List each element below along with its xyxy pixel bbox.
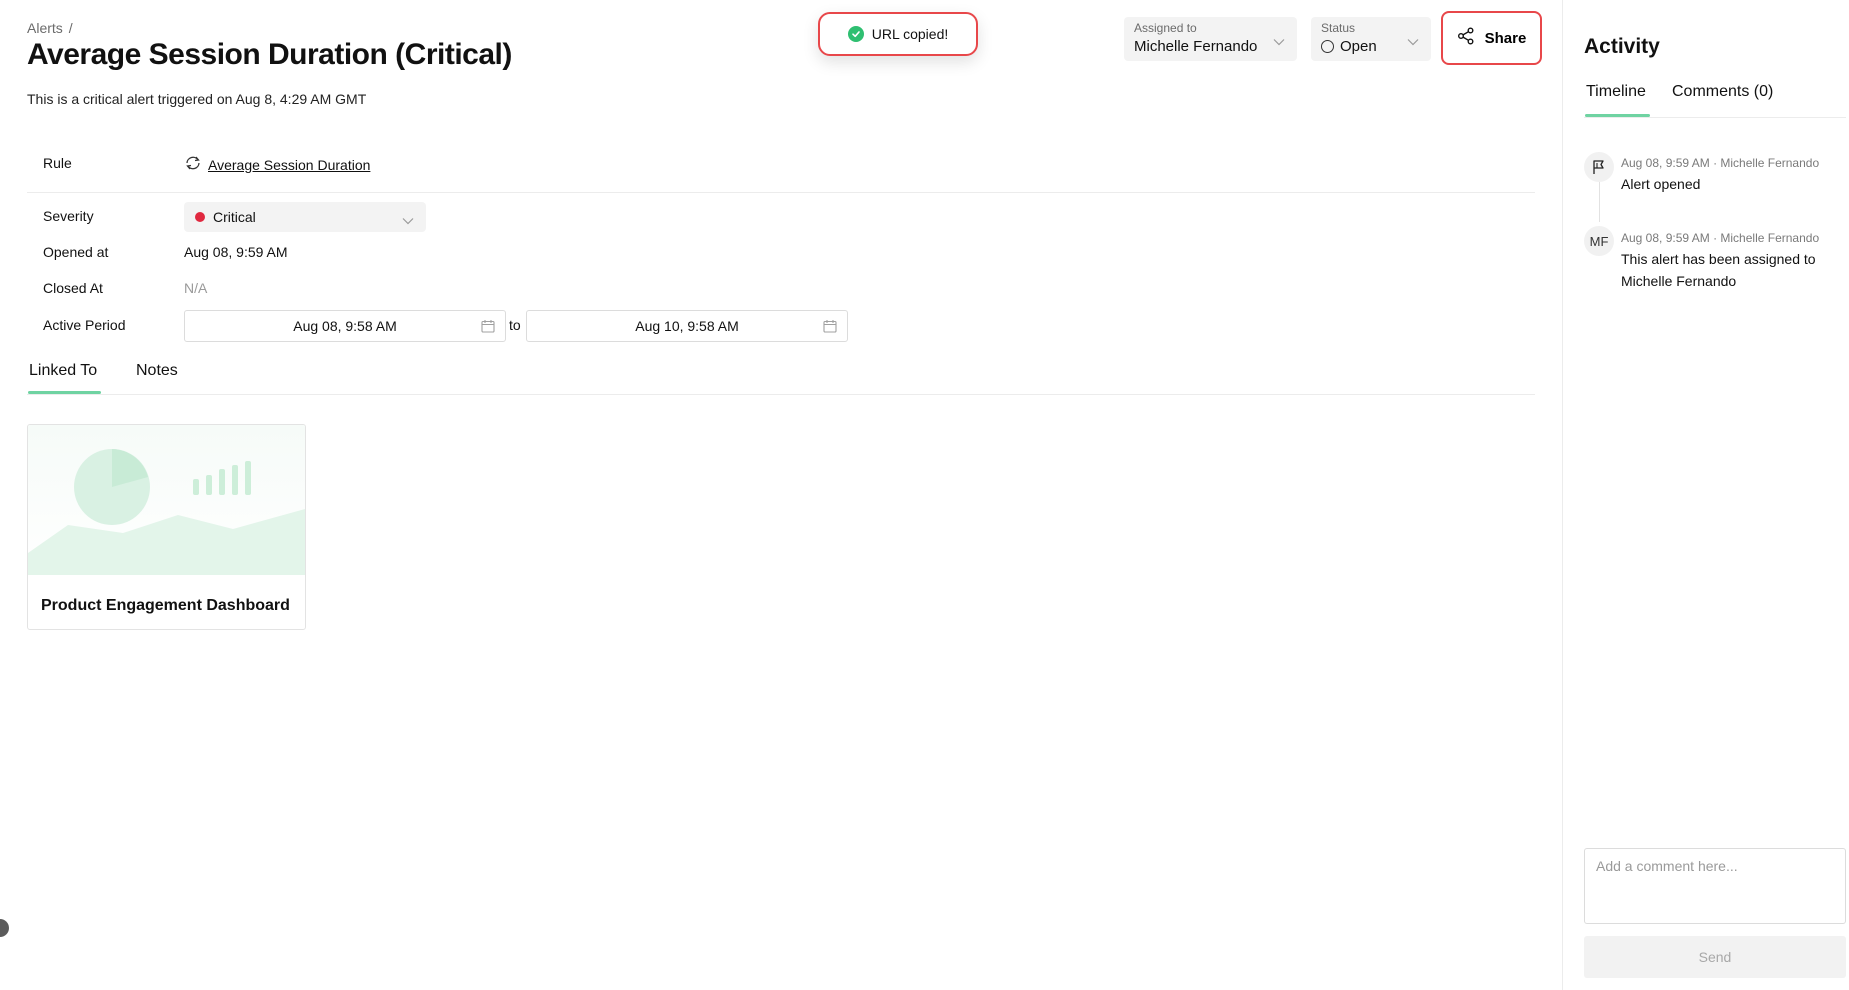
- comment-input[interactable]: [1584, 848, 1846, 924]
- event-text: This alert has been assigned to Michelle…: [1621, 251, 1816, 289]
- period-separator: to: [509, 317, 521, 333]
- event-meta: Aug 08, 9:59 AM · Michelle Fernando: [1621, 231, 1820, 245]
- opened-at-value: Aug 08, 9:59 AM: [184, 244, 288, 260]
- period-start-value: Aug 08, 9:58 AM: [293, 318, 397, 334]
- assigned-to-label: Assigned to: [1134, 21, 1197, 35]
- user-avatar: MF: [1584, 226, 1614, 256]
- rule-link[interactable]: Average Session Duration: [184, 155, 370, 174]
- status-label: Status: [1321, 21, 1356, 35]
- chevron-down-icon: [402, 212, 414, 228]
- share-label: Share: [1484, 29, 1527, 47]
- chevron-down-icon: [1273, 33, 1285, 51]
- tab-active-indicator: [28, 391, 101, 394]
- calendar-icon: [481, 319, 495, 336]
- alert-subtitle: This is a critical alert triggered on Au…: [27, 91, 367, 107]
- active-period-start-input[interactable]: Aug 08, 9:58 AM: [184, 310, 506, 342]
- rule-divider: [27, 192, 1535, 193]
- rule-label: Rule: [43, 155, 72, 171]
- timeline-connector: [1599, 182, 1600, 222]
- activity-panel: Activity Timeline Comments (0) Aug 08, 9…: [1562, 0, 1849, 990]
- rule-icon: [184, 155, 202, 174]
- period-end-value: Aug 10, 9:58 AM: [635, 318, 739, 334]
- activity-tabs-divider: [1584, 117, 1846, 118]
- severity-dot-icon: [195, 212, 205, 222]
- linked-dashboard-card[interactable]: Product Engagement Dashboard: [27, 424, 306, 630]
- activity-title: Activity: [1584, 35, 1660, 58]
- help-icon[interactable]: [0, 919, 9, 937]
- closed-at-value: N/A: [184, 280, 208, 296]
- active-period-end-input[interactable]: Aug 10, 9:58 AM: [526, 310, 848, 342]
- check-circle-icon: [847, 26, 864, 42]
- share-button[interactable]: Share: [1441, 11, 1542, 65]
- calendar-icon: [823, 319, 837, 336]
- closed-at-label: Closed At: [43, 280, 103, 296]
- tab-linked-to[interactable]: Linked To: [29, 362, 97, 380]
- page-title: Average Session Duration (Critical): [27, 38, 512, 71]
- breadcrumb: Alerts /: [27, 20, 73, 36]
- open-status-icon: [1321, 40, 1334, 53]
- alert-main-panel: Alerts / Average Session Duration (Critic…: [0, 0, 1562, 990]
- tab-comments[interactable]: Comments (0): [1672, 83, 1773, 101]
- severity-dropdown[interactable]: Critical: [184, 202, 426, 232]
- tabs-divider: [27, 394, 1535, 395]
- tab-notes[interactable]: Notes: [136, 362, 178, 380]
- timeline-active-indicator: [1585, 114, 1650, 117]
- assigned-to-value: Michelle Fernando: [1134, 38, 1258, 55]
- share-icon: [1457, 27, 1475, 49]
- toast-text: URL copied!: [871, 26, 949, 42]
- active-period-label: Active Period: [43, 317, 126, 333]
- event-meta: Aug 08, 9:59 AM · Michelle Fernando: [1621, 156, 1820, 170]
- dashboard-thumbnail: [28, 425, 305, 575]
- event-text: Alert opened: [1621, 176, 1701, 192]
- breadcrumb-alerts-link[interactable]: Alerts: [27, 20, 63, 36]
- tab-timeline[interactable]: Timeline: [1586, 83, 1646, 101]
- card-title: Product Engagement Dashboard: [41, 597, 290, 614]
- send-button[interactable]: Send: [1584, 936, 1846, 978]
- url-copied-toast: URL copied!: [818, 12, 978, 56]
- opened-at-label: Opened at: [43, 244, 109, 260]
- chevron-down-icon: [1407, 33, 1419, 51]
- severity-value: Critical: [213, 209, 256, 225]
- status-value: Open: [1340, 38, 1377, 55]
- breadcrumb-separator: /: [68, 20, 73, 36]
- assigned-to-dropdown[interactable]: Assigned to Michelle Fernando: [1124, 17, 1297, 61]
- severity-label: Severity: [43, 208, 94, 224]
- flag-icon: [1584, 152, 1614, 182]
- rule-link-text: Average Session Duration: [208, 156, 371, 173]
- status-dropdown[interactable]: Status Open: [1311, 17, 1431, 61]
